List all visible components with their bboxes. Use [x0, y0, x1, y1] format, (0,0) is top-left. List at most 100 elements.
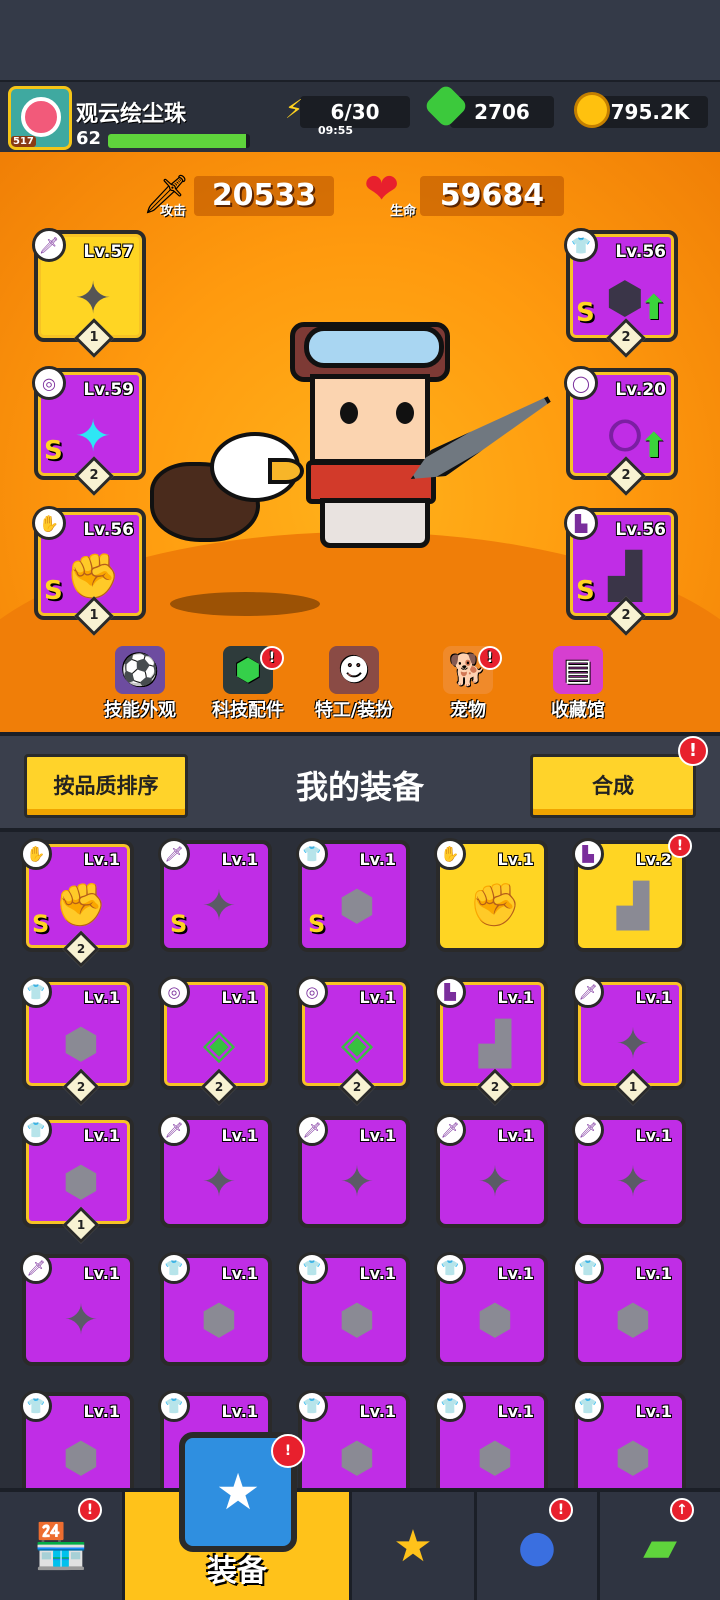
inventory-item[interactable]: 👕 Lv.1 ⬢ S	[296, 838, 410, 952]
inventory-item[interactable]: 👕 Lv.1 ⬢	[434, 1390, 548, 1488]
agent-body	[320, 498, 430, 548]
equipped-belt-slot[interactable]: ◯ Lv.20 ⭘ ⬆ 2	[564, 366, 678, 496]
equipped-glove-slot[interactable]: ✋ Lv.56 ✊ S 1	[32, 506, 146, 636]
armor-slot-icon: 👕	[434, 1390, 466, 1422]
rank-s-label: S	[576, 298, 595, 328]
tab-equipment[interactable]: ★ ! 装备	[125, 1432, 349, 1600]
skill-skin-icon: ⚽	[115, 646, 165, 694]
inventory-item[interactable]: 👕 Lv.1 ⬢ 2	[20, 976, 134, 1106]
inventory-item[interactable]: ▙ Lv.2 ▟!	[572, 834, 692, 952]
avatar-badge: 517	[11, 136, 36, 147]
tab-gacha[interactable]: ● !	[477, 1492, 597, 1600]
player-avatar[interactable]: 517	[8, 86, 72, 150]
inventory-item[interactable]: 👕 Lv.1 ⬢	[296, 1390, 410, 1488]
armor-slot-icon: 👕	[20, 1114, 52, 1146]
item-level: Lv.1	[497, 988, 534, 1007]
armor-slot-icon: 👕	[20, 976, 52, 1008]
inventory-item[interactable]: ◎ Lv.1 ◈ 2	[296, 976, 410, 1106]
glove-item-icon: ✊	[54, 880, 108, 929]
inventory-item[interactable]: 👕 Lv.1 ⬢	[158, 1252, 272, 1366]
merge-button[interactable]: 合成	[530, 754, 696, 818]
inventory-grid: ✋ Lv.1 ✊ S 2 🗡 Lv.1 ✦ S 👕 Lv.1 ⬢ S ✋ Lv.1 ✊ ▙ Lv.2 ▟! 👕 Lv.1…	[0, 828, 720, 1488]
alert-dot: !	[271, 1434, 305, 1468]
rank-s-label: S	[32, 910, 50, 938]
star-badge: 2	[62, 930, 100, 968]
menu-collection[interactable]: ▤ 收藏馆	[528, 646, 628, 722]
boots-slot-icon: ▙	[572, 838, 604, 870]
tab-shop[interactable]: 🏪 !	[0, 1492, 122, 1600]
inventory-item[interactable]: 🗡 Lv.1 ✦	[296, 1114, 410, 1228]
flower-avatar-icon	[21, 97, 61, 137]
hero-showcase: 🗡 攻击 20533 ❤ 生命 59684 🗡 Lv.57 ✦ 1 ◎ Lv.5…	[0, 152, 720, 732]
menu-skill-skin[interactable]: ⚽ 技能外观	[90, 646, 190, 722]
menu-tech-parts[interactable]: ⬢ 科技配件 !	[198, 646, 298, 722]
player-level: 62	[76, 128, 102, 149]
weapon-slot-icon: 🗡	[32, 228, 66, 262]
inventory-item[interactable]: ▙ Lv.1 ▟ 2	[434, 976, 548, 1106]
equipped-armor-slot[interactable]: 👕 Lv.56 ⬢ S ⬆ 2	[564, 228, 678, 358]
status-bar-area	[0, 0, 720, 82]
xp-bar	[108, 134, 250, 148]
necklace-item-icon: ◈	[340, 1018, 374, 1068]
glove-slot-icon: ✋	[32, 506, 66, 540]
shop-icon: 🏪	[33, 1521, 89, 1572]
inventory-item[interactable]: 🗡 Lv.1 ✦ S	[158, 838, 272, 952]
weapon-slot-icon: 🗡	[572, 1114, 604, 1146]
character-shadow	[170, 592, 320, 616]
tab-battle[interactable]: ★	[352, 1492, 474, 1600]
energy-counter[interactable]: 6/30	[300, 96, 410, 128]
inventory-item[interactable]: 🗡 Lv.1 ✦	[572, 1114, 686, 1228]
gacha-ball-icon: ●	[517, 1520, 557, 1572]
inventory-item[interactable]: 🗡 Lv.1 ✦ 1	[572, 976, 686, 1106]
menu-pet[interactable]: 🐕 宠物 !	[418, 646, 518, 722]
glove-slot-icon: ✋	[434, 838, 466, 870]
inventory-item[interactable]: 👕 Lv.1 ⬢ 1	[20, 1114, 134, 1244]
necklace-slot-icon: ◎	[296, 976, 328, 1008]
inventory-item[interactable]: 👕 Lv.1 ⬢	[572, 1390, 686, 1488]
collection-icon: ▤	[553, 646, 603, 694]
star-badge: 1	[614, 1068, 652, 1106]
item-level: Lv.1	[497, 1264, 534, 1283]
tab-evolve[interactable]: ▰ ↑	[600, 1492, 720, 1600]
item-level: Lv.1	[635, 1126, 672, 1145]
energy-bolt-icon[interactable]: ⚡	[274, 90, 314, 130]
alert-dot: !	[668, 834, 692, 858]
item-level: Lv.1	[635, 1264, 672, 1283]
menu-agent[interactable]: ☻ 特工/装扮	[304, 646, 404, 722]
inventory-item[interactable]: 👕 Lv.1 ⬢	[572, 1252, 686, 1366]
inventory-item[interactable]: 🗡 Lv.1 ✦	[20, 1252, 134, 1366]
energy-timer: 09:55	[318, 124, 354, 137]
eagle-pet[interactable]	[150, 422, 310, 562]
evolve-capsule-icon: ▰	[643, 1520, 677, 1572]
inventory-item[interactable]: 🗡 Lv.1 ✦	[434, 1114, 548, 1228]
coin-icon[interactable]	[574, 92, 610, 128]
gem-counter[interactable]: 2706	[450, 96, 554, 128]
weapon-slot-icon: 🗡	[296, 1114, 328, 1146]
inventory-item[interactable]: 👕 Lv.1 ⬢	[296, 1252, 410, 1366]
equipped-weapon-slot[interactable]: 🗡 Lv.57 ✦ 1	[32, 228, 146, 358]
armor-slot-icon: 👕	[572, 1390, 604, 1422]
inventory-item[interactable]: ◎ Lv.1 ◈ 2	[158, 976, 272, 1106]
alert-dot: ↑	[670, 1498, 694, 1522]
equipped-necklace-slot[interactable]: ◎ Lv.59 ✦ S 2	[32, 366, 146, 496]
equipped-boots-slot[interactable]: ▙ Lv.56 ▟ S 2	[564, 506, 678, 636]
inventory-item[interactable]: ✋ Lv.1 ✊	[434, 838, 548, 952]
weapon-item-icon: ✦	[477, 1156, 513, 1206]
star-badge: 2	[338, 1068, 376, 1106]
inventory-item[interactable]: ✋ Lv.1 ✊ S 2	[20, 838, 134, 968]
inventory-item[interactable]: 👕 Lv.1 ⬢	[20, 1390, 134, 1488]
attack-label: 攻击	[160, 204, 187, 219]
inventory-item[interactable]: 🗡 Lv.1 ✦	[158, 1114, 272, 1228]
upgrade-arrow-icon: ⬆	[639, 426, 669, 466]
boots-item-icon: ▟	[478, 1018, 512, 1068]
armor-slot-icon: 👕	[296, 1390, 328, 1422]
energy-value: 6/30	[330, 100, 380, 124]
necklace-slot-icon: ◎	[158, 976, 190, 1008]
inventory-item[interactable]: 👕 Lv.1 ⬢	[434, 1252, 548, 1366]
item-level: Lv.2	[635, 850, 672, 869]
rank-s-label: S	[308, 910, 326, 938]
menu-label: 收藏馆	[551, 700, 605, 721]
armor-item-icon: ⬢	[476, 1432, 514, 1482]
equipped-weapon-level: Lv.57	[83, 242, 134, 262]
menu-label: 特工/装扮	[314, 700, 394, 721]
